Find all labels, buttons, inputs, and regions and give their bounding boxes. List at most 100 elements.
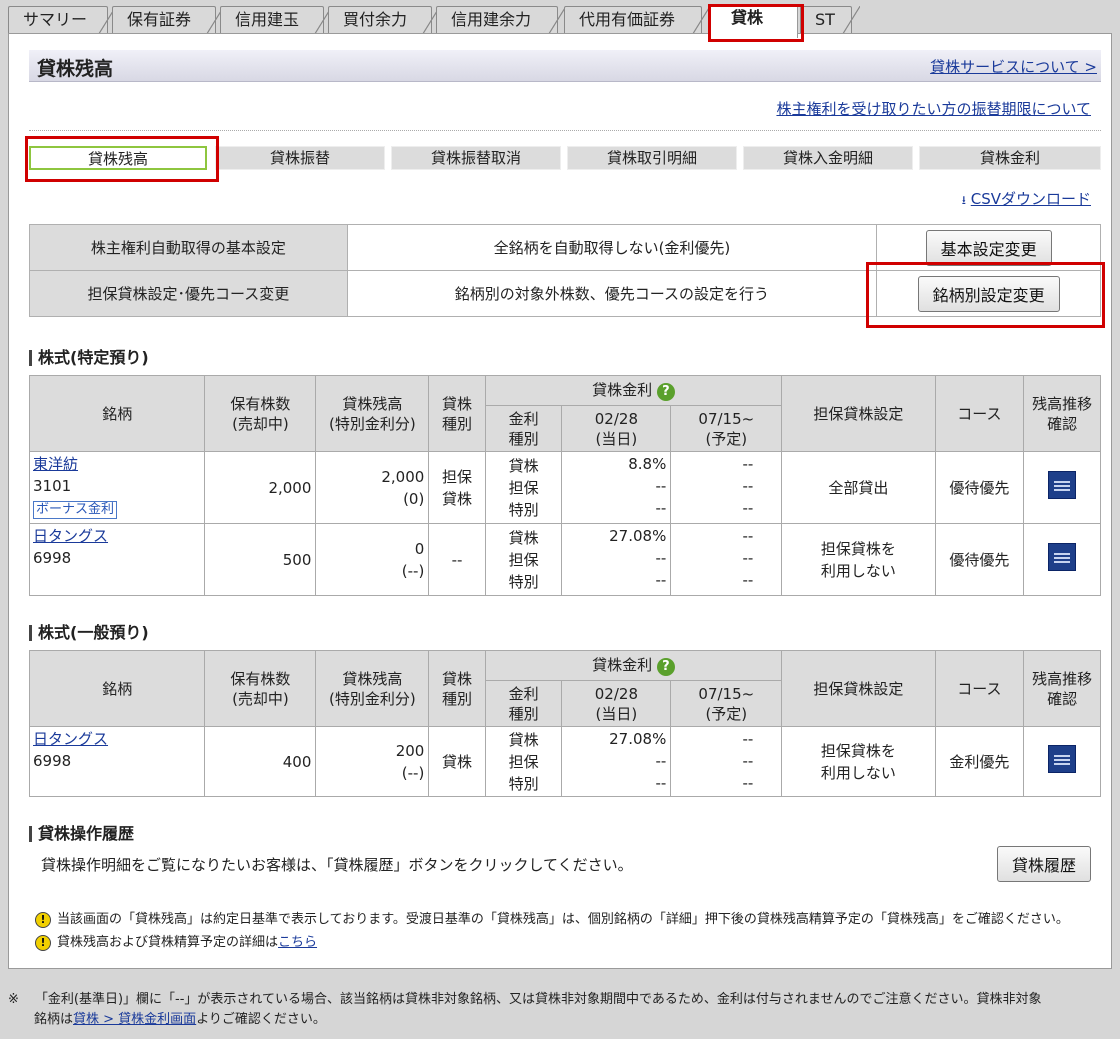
footnote: ※ 「金利(基準日)」欄に「--」が表示されている場合、該当銘柄は貸株非対象銘柄、… (8, 992, 1042, 1027)
history-description: 貸株操作明細をご覧になりたいお客様は、「貸株履歴」ボタンをクリックしてください。 (41, 856, 633, 874)
section-heading: 貸株操作履歴 (29, 826, 134, 842)
calendar-icon[interactable] (1048, 744, 1077, 773)
rate-type-cell: 貸株 担保 特別 (484, 523, 563, 596)
table-row: 日タングス 6998 400 200 (--) 貸株 貸株 担保 特別 27.08% -- -- -- -… (28, 726, 1101, 797)
subtab-transfer-cancel[interactable]: 貸株振替取消 (391, 146, 561, 170)
subtab-transfer[interactable]: 貸株振替 (215, 146, 385, 170)
col-rate-today: 02/28 (当日) (561, 680, 672, 727)
rights-transfer-deadline-link[interactable]: 株主権利を受け取りたい方の振替期限について (776, 98, 1091, 119)
tab-collateral-securities[interactable]: 代用有価証券 (564, 6, 710, 35)
col-kind: 貸株 種別 (428, 650, 486, 727)
csv-download[interactable]: ⭳ CSVダウンロード (962, 188, 1091, 212)
rate-today-cell: 27.08% -- -- (561, 726, 672, 797)
col-name: 銘柄 (28, 650, 206, 727)
collateral-cell: 担保貸株を 利用しない (781, 523, 936, 596)
details-link[interactable]: こちら (278, 935, 317, 950)
bonus-rate-badge[interactable]: ボーナス金利 (33, 501, 118, 519)
title-bar: 貸株残高 貸株サービスについて > (29, 50, 1101, 82)
col-name: 銘柄 (28, 375, 206, 452)
subtab-deposits[interactable]: 貸株入金明細 (743, 146, 913, 170)
balance-cell: 200 (--) (315, 726, 430, 797)
calendar-icon[interactable] (1048, 470, 1077, 499)
collateral-cell: 担保貸株を 利用しない (781, 726, 936, 797)
tab-holdings[interactable]: 保有証券 (112, 6, 224, 35)
tab-stock-lending[interactable]: 貸株 (708, 4, 798, 38)
col-rate-planned: 07/15~ (予定) (670, 405, 783, 452)
table-row: 日タングス 6998 500 0 (--) -- 貸株 担保 特別 27.08% -- -- -- -- -… (28, 523, 1101, 596)
col-rate: 貸株金利 ? (484, 650, 783, 681)
subtab-rates[interactable]: 貸株金利 (919, 146, 1101, 170)
setting-label: 株主権利自動取得の基本設定 (29, 224, 348, 271)
divider (29, 130, 1101, 131)
footnote-mark: ※ (8, 992, 19, 1007)
balance-cell: 2,000 (0) (315, 451, 430, 524)
warning-icon: ! (35, 934, 51, 951)
stock-name-link[interactable]: 日タングス (33, 527, 108, 545)
tab-buying-power[interactable]: 買付余力 (328, 6, 440, 35)
setting-value: 銘柄別の対象外株数、優先コースの設定を行う (346, 270, 878, 317)
calendar-icon[interactable] (1048, 542, 1077, 571)
section-heading: 株式(特定預り) (29, 350, 149, 366)
lending-rate-link[interactable]: 貸株 > 貸株金利画面 (73, 1012, 196, 1027)
col-course: コース (934, 650, 1025, 727)
course-cell: 優待優先 (934, 451, 1025, 524)
rate-planned-cell: -- -- -- (670, 726, 783, 797)
col-history: 残高推移 確認 (1023, 650, 1101, 727)
col-rate-type: 金利 種別 (484, 680, 563, 727)
kind-cell: -- (428, 523, 486, 596)
highlight-frame (866, 262, 1105, 328)
tab-margin-positions[interactable]: 信用建玉 (220, 6, 332, 35)
main-panel: 貸株残高 貸株サービスについて > 株主権利を受け取りたい方の振替期限について … (8, 33, 1112, 969)
col-collateral: 担保貸株設定 (781, 375, 936, 452)
download-icon: ⭳ (961, 193, 966, 207)
balance-cell: 0 (--) (315, 523, 430, 596)
help-icon[interactable]: ? (656, 658, 675, 676)
table-row: 東洋紡 3101 ボーナス金利 2,000 2,000 (0) 担保 貸株 貸株 担保 特別 8.8%… (28, 451, 1101, 524)
col-history: 残高推移 確認 (1023, 375, 1101, 452)
tab-summary[interactable]: サマリー (8, 6, 116, 35)
account-tabs: サマリー 保有証券 信用建玉 買付余力 信用建余力 代用有価証券 貸株 ST (8, 4, 1118, 42)
csv-download-link[interactable]: CSVダウンロード (971, 190, 1091, 208)
about-lending-link[interactable]: 貸株サービスについて > (930, 56, 1097, 77)
col-rate-planned: 07/15~ (予定) (670, 680, 783, 727)
col-rate: 貸株金利 ? (484, 375, 783, 406)
shares-cell: 2,000 (204, 451, 317, 524)
shares-cell: 400 (204, 726, 317, 797)
col-kind: 貸株 種別 (428, 375, 486, 452)
section-heading: 株式(一般預り) (29, 625, 149, 641)
rate-today-cell: 8.8% -- -- (561, 451, 672, 524)
col-course: コース (934, 375, 1025, 452)
shares-cell: 500 (204, 523, 317, 596)
subtab-transactions[interactable]: 貸株取引明細 (567, 146, 737, 170)
highlight-frame (25, 136, 219, 182)
collateral-cell: 全部貸出 (781, 451, 936, 524)
tab-margin-power[interactable]: 信用建余力 (436, 6, 566, 35)
setting-value: 全銘柄を自動取得しない(金利優先) (346, 224, 878, 271)
page-title: 貸株残高 (37, 58, 114, 80)
holdings-table-specific: 銘柄 保有株数 (売却中) 貸株残高 (特別金利分) 貸株 種別 貸株金利 ? 担保貸… (28, 375, 1101, 596)
holdings-table-general: 銘柄 保有株数 (売却中) 貸株残高 (特別金利分) 貸株 種別 貸株金利 ? 担保貸… (28, 650, 1101, 797)
col-rate-today: 02/28 (当日) (561, 405, 672, 452)
stock-code: 6998 (33, 752, 72, 770)
basic-setting-button[interactable]: 基本設定変更 (925, 229, 1052, 266)
help-icon[interactable]: ? (656, 383, 675, 401)
kind-cell: 貸株 (428, 726, 486, 797)
lending-history-button[interactable]: 貸株履歴 (996, 846, 1091, 882)
stock-name-link[interactable]: 日タングス (33, 730, 108, 748)
tab-st[interactable]: ST (800, 6, 860, 35)
stock-name-link[interactable]: 東洋紡 (33, 455, 78, 473)
course-cell: 優待優先 (934, 523, 1025, 596)
subtabs: 貸株残高 貸株振替 貸株振替取消 貸株取引明細 貸株入金明細 貸株金利 (25, 136, 1101, 182)
rate-today-cell: 27.08% -- -- (561, 523, 672, 596)
rate-planned-cell: -- -- -- (670, 523, 783, 596)
stock-code: 3101 (33, 477, 72, 495)
rate-type-cell: 貸株 担保 特別 (484, 451, 563, 524)
course-cell: 金利優先 (934, 726, 1025, 797)
rate-type-cell: 貸株 担保 特別 (484, 726, 563, 797)
col-rate-type: 金利 種別 (484, 405, 563, 452)
note-2: ! 貸株残高および貸株精算予定の詳細はこちら (35, 931, 317, 951)
note-1: ! 当該画面の「貸株残高」は約定日基準で表示しております。受渡日基準の「貸株残高」… (35, 908, 1069, 928)
col-balance: 貸株残高 (特別金利分) (315, 375, 430, 452)
warning-icon: ! (35, 911, 51, 928)
col-shares: 保有株数 (売却中) (204, 650, 317, 727)
